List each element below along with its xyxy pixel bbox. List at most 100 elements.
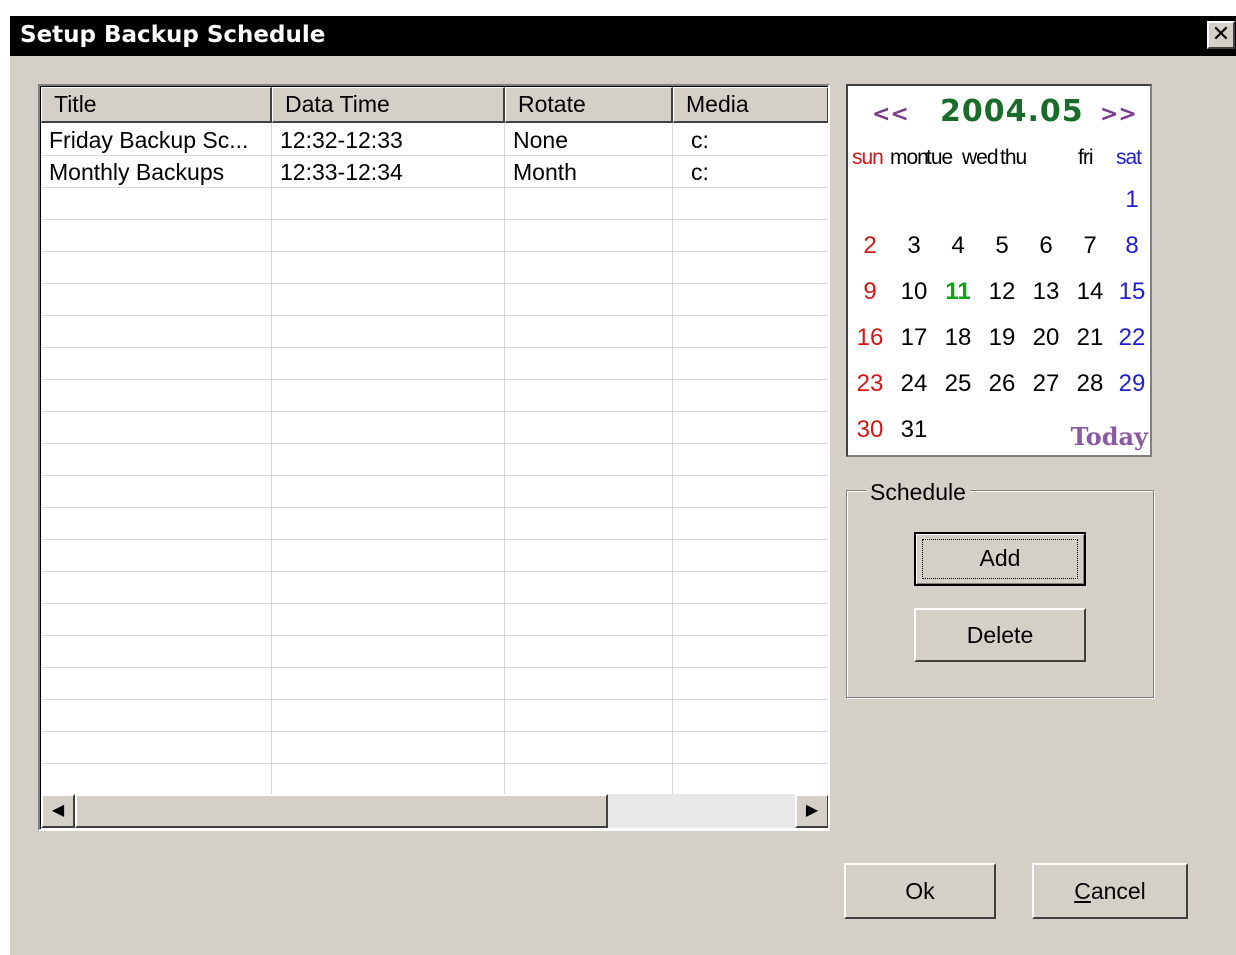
schedule-group-label: Schedule [866, 478, 970, 506]
scroll-thumb[interactable] [75, 794, 608, 828]
calendar-day[interactable]: 1 [1114, 186, 1150, 214]
calendar-day[interactable]: 31 [896, 416, 932, 444]
table-row[interactable] [41, 636, 828, 668]
table-cell [41, 380, 272, 411]
table-cell [41, 220, 272, 251]
table-row[interactable] [41, 540, 828, 572]
prev-month-button[interactable]: << [872, 102, 909, 127]
table-cell [272, 220, 505, 251]
table-cell [272, 764, 505, 794]
table-cell [41, 636, 272, 667]
table-cell [41, 348, 272, 379]
table-row[interactable] [41, 380, 828, 412]
calendar-day[interactable]: 15 [1114, 278, 1150, 306]
next-month-button[interactable]: >> [1100, 102, 1137, 127]
table-cell [272, 444, 505, 475]
calendar-day[interactable]: 2 [852, 232, 888, 260]
calendar-day[interactable]: 5 [984, 232, 1020, 260]
calendar-day[interactable]: 24 [896, 370, 932, 398]
table-cell [673, 732, 828, 763]
calendar-day[interactable]: 16 [852, 324, 888, 352]
calendar-day[interactable]: 28 [1072, 370, 1108, 398]
calendar-day[interactable]: 8 [1114, 232, 1150, 260]
calendar-day[interactable]: 18 [940, 324, 976, 352]
table-cell [673, 188, 828, 219]
table-row[interactable] [41, 476, 828, 508]
table-row[interactable]: Monthly Backups 12:33-12:34 Month c: [41, 156, 828, 188]
calendar-day[interactable]: 29 [1114, 370, 1150, 398]
column-header-title[interactable]: Title [41, 87, 272, 123]
weekday-label: fri [1078, 146, 1093, 169]
table-cell [272, 700, 505, 731]
close-button[interactable]: ✕ [1207, 21, 1235, 49]
table-row[interactable] [41, 412, 828, 444]
table-cell [673, 572, 828, 603]
calendar-day[interactable]: 22 [1114, 324, 1150, 352]
table-row[interactable] [41, 252, 828, 284]
calendar-day[interactable]: 10 [896, 278, 932, 306]
table-cell [41, 572, 272, 603]
calendar-day[interactable]: 23 [852, 370, 888, 398]
today-button[interactable]: Today [1071, 422, 1148, 451]
calendar-day[interactable]: 7 [1072, 232, 1108, 260]
table-row[interactable]: Friday Backup Sc... 12:32-12:33 None c: [41, 124, 828, 156]
column-header-rotate[interactable]: Rotate [505, 87, 673, 123]
weekday-label: sun [852, 146, 884, 169]
table-cell [41, 700, 272, 731]
add-button[interactable]: Add [914, 532, 1086, 586]
calendar-day[interactable]: 25 [940, 370, 976, 398]
scroll-left-button[interactable]: ◀ [41, 794, 75, 828]
table-cell [673, 636, 828, 667]
calendar-day[interactable]: 14 [1072, 278, 1108, 306]
table-row[interactable] [41, 188, 828, 220]
table-row[interactable] [41, 220, 828, 252]
table-row[interactable] [41, 348, 828, 380]
cancel-button[interactable]: Cancel [1032, 863, 1188, 919]
calendar-day[interactable]: 17 [896, 324, 932, 352]
table-row[interactable] [41, 668, 828, 700]
calendar-day[interactable]: 13 [1028, 278, 1064, 306]
table-row[interactable] [41, 764, 828, 794]
table-row[interactable] [41, 284, 828, 316]
scroll-right-button[interactable]: ▶ [795, 794, 828, 828]
backup-schedule-dialog: Setup Backup Schedule ✕ Title Data Time … [10, 16, 1236, 955]
calendar-day[interactable]: 30 [852, 416, 888, 444]
table-cell [505, 188, 673, 219]
calendar-day[interactable]: 19 [984, 324, 1020, 352]
calendar-day[interactable]: 9 [852, 278, 888, 306]
table-cell [41, 764, 272, 794]
table-row[interactable] [41, 700, 828, 732]
calendar-day[interactable]: 27 [1028, 370, 1064, 398]
table-cell: None [505, 124, 673, 155]
calendar-day[interactable]: 12 [984, 278, 1020, 306]
calendar-day[interactable]: 26 [984, 370, 1020, 398]
calendar-day[interactable]: 20 [1028, 324, 1064, 352]
calendar-day[interactable]: 3 [896, 232, 932, 260]
table-cell [272, 508, 505, 539]
table-cell [505, 700, 673, 731]
table-row[interactable] [41, 508, 828, 540]
table-cell [505, 764, 673, 794]
table-row[interactable] [41, 572, 828, 604]
column-header-media[interactable]: Media [673, 87, 828, 123]
ok-button[interactable]: Ok [844, 863, 996, 919]
dialog-title: Setup Backup Schedule [20, 22, 326, 48]
calendar-day[interactable]: 21 [1072, 324, 1108, 352]
delete-button[interactable]: Delete [914, 608, 1086, 662]
schedule-list[interactable]: Title Data Time Rotate Media Friday Back… [38, 84, 830, 831]
horizontal-scrollbar[interactable]: ◀ ▶ [41, 794, 828, 828]
ok-button-label: Ok [905, 878, 935, 904]
table-cell [673, 508, 828, 539]
table-cell [41, 252, 272, 283]
calendar-day[interactable]: 4 [940, 232, 976, 260]
table-row[interactable] [41, 732, 828, 764]
calendar-day[interactable]: 6 [1028, 232, 1064, 260]
table-cell [272, 188, 505, 219]
table-row[interactable] [41, 444, 828, 476]
table-row[interactable] [41, 604, 828, 636]
column-header-data-time[interactable]: Data Time [272, 87, 505, 123]
table-cell [272, 668, 505, 699]
calendar-day[interactable]: 11 [940, 278, 976, 306]
table-cell [272, 540, 505, 571]
table-row[interactable] [41, 316, 828, 348]
